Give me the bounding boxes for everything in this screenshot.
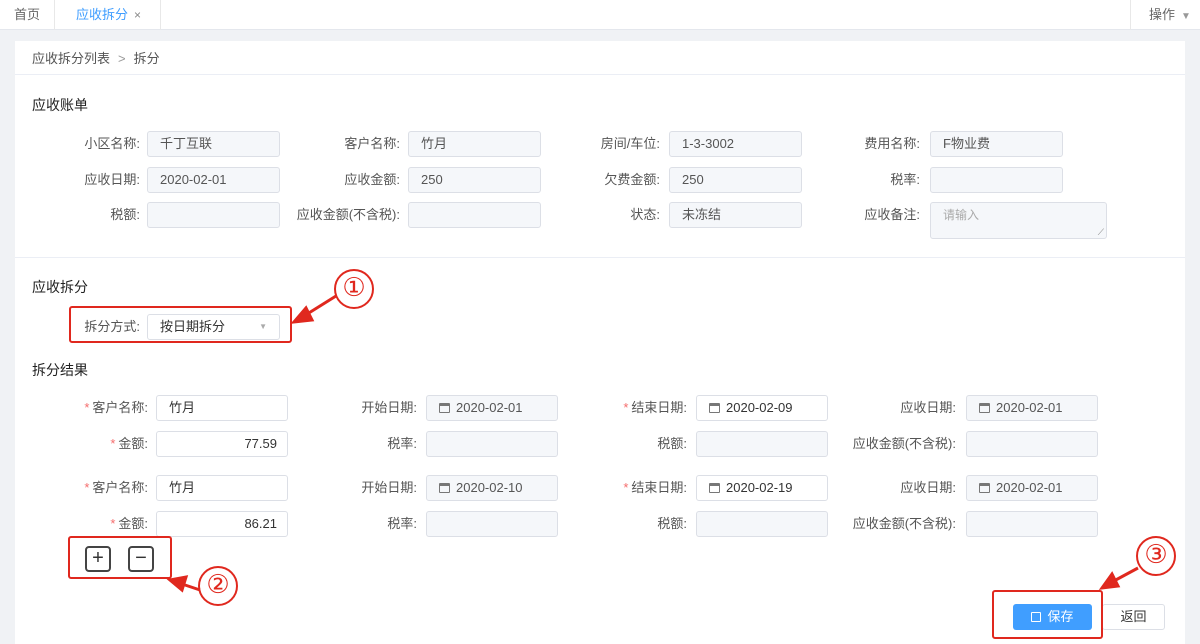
annotation-arrows <box>166 294 1139 593</box>
